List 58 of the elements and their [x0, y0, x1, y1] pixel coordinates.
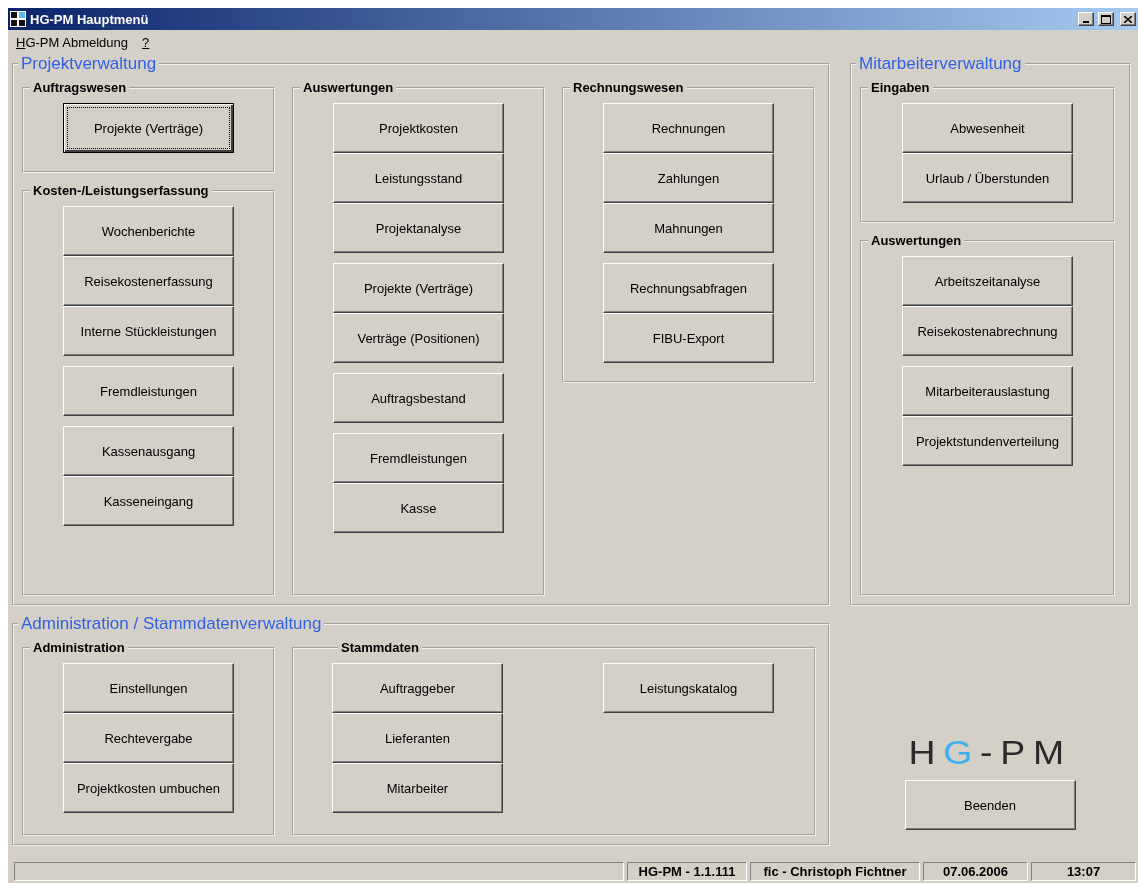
menu-button[interactable]: Mitarbeiterauslastung — [902, 366, 1073, 416]
menu-button[interactable]: Beenden — [904, 780, 1076, 830]
group-title: Auswertungen — [302, 80, 395, 95]
menu-button[interactable]: Fremdleistungen — [63, 366, 234, 416]
menu-button[interactable]: Zahlungen — [603, 153, 774, 203]
menu-button[interactable]: Verträge (Positionen) — [333, 313, 504, 363]
status-text: 07.06.2006 — [923, 862, 1028, 881]
menu-button[interactable]: Lieferanten — [332, 713, 503, 763]
menu-button[interactable]: Auftraggeber — [332, 663, 503, 713]
maximize-icon — [1101, 14, 1111, 24]
menu-button[interactable]: Reisekostenabrechnung — [902, 306, 1073, 356]
menu-item[interactable]: HG-PM Abmeldung — [16, 34, 128, 50]
menu-button[interactable]: Projektanalyse — [333, 203, 504, 253]
menu-button[interactable]: Projekte (Verträge) — [63, 103, 234, 153]
app-icon — [10, 11, 26, 27]
status-text: HG-PM - 1.1.111 — [627, 862, 747, 881]
menu-button[interactable]: Einstellungen — [63, 663, 234, 713]
section-title: Administration / Stammdatenverwaltung — [20, 614, 323, 634]
menu-button[interactable]: Auftragsbestand — [333, 373, 504, 423]
menu-button[interactable]: Leistungskatalog — [603, 663, 774, 713]
section-title: Projektverwaltung — [20, 54, 158, 74]
group-title: Rechnungswesen — [572, 80, 685, 95]
menu-button[interactable]: Kasse — [333, 483, 504, 533]
group-title: Kosten-/Leistungserfassung — [32, 183, 210, 198]
menu-button[interactable]: FIBU-Export — [603, 313, 774, 363]
group-title: Auswertungen — [870, 233, 963, 248]
menu-button[interactable]: Fremdleistungen — [333, 433, 504, 483]
status-text: fic - Christoph Fichtner — [750, 862, 920, 881]
menu-button[interactable]: Projekte (Verträge) — [333, 263, 504, 313]
maximize-button[interactable] — [1098, 12, 1114, 26]
status-text: 13:07 — [1031, 862, 1136, 881]
menu-button[interactable]: Projektstundenverteilung — [902, 416, 1073, 466]
menu-button[interactable]: Urlaub / Überstunden — [902, 153, 1073, 203]
close-icon — [1124, 15, 1132, 23]
window-title: HG-PM Hauptmenü — [30, 11, 150, 27]
menu-button[interactable]: Interne Stückleistungen — [63, 306, 234, 356]
menu-button[interactable]: Wochenberichte — [63, 206, 234, 256]
group-title: Auftragswesen — [32, 80, 128, 95]
group-title: Eingaben — [870, 80, 931, 95]
menu-button[interactable]: Mitarbeiter — [332, 763, 503, 813]
menu-button[interactable]: Kassenausgang — [63, 426, 234, 476]
menu-button[interactable]: Kasseneingang — [63, 476, 234, 526]
menu-button[interactable]: Rechtevergabe — [63, 713, 234, 763]
menu-button[interactable]: Rechnungen — [603, 103, 774, 153]
menu-item[interactable]: ? — [142, 34, 150, 50]
menu-button[interactable]: Projektkosten — [333, 103, 504, 153]
menu-button[interactable]: Arbeitszeitanalyse — [902, 256, 1073, 306]
menu-button[interactable]: Mahnungen — [603, 203, 774, 253]
menu-button[interactable]: Abwesenheit — [902, 103, 1073, 153]
menu-button[interactable]: Reisekostenerfassung — [63, 256, 234, 306]
menu-button[interactable]: Leistungsstand — [333, 153, 504, 203]
menu-button[interactable]: Projektkosten umbuchen — [63, 763, 234, 813]
group-title: Stammdaten — [340, 640, 421, 655]
section-title: Mitarbeiterverwaltung — [858, 54, 1023, 74]
minimize-button[interactable] — [1078, 12, 1094, 26]
close-button[interactable] — [1120, 12, 1136, 26]
group-title: Administration — [32, 640, 126, 655]
menu-button[interactable]: Rechnungsabfragen — [603, 263, 774, 313]
